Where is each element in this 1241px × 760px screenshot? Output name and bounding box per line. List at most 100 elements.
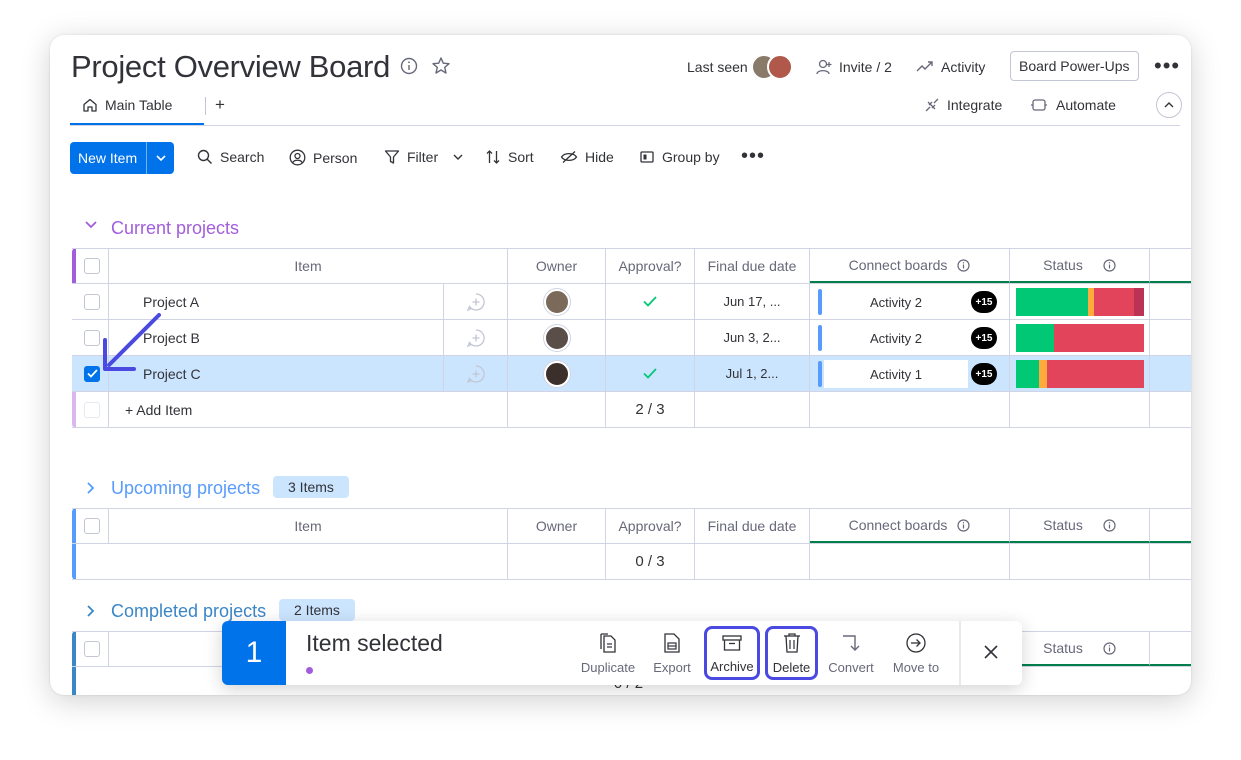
- column-header-status[interactable]: Status: [1010, 632, 1150, 666]
- export-button[interactable]: Export: [648, 621, 696, 685]
- due-date-cell[interactable]: Jun 17, ...: [695, 284, 810, 319]
- hide-button[interactable]: Hide: [560, 149, 614, 165]
- chevron-down-icon[interactable]: [84, 220, 98, 230]
- more-icon[interactable]: •••: [1154, 55, 1180, 77]
- add-tab-button[interactable]: +: [215, 95, 225, 115]
- person-filter-button[interactable]: Person: [289, 149, 357, 166]
- column-header-due-date[interactable]: Final due date: [695, 249, 810, 283]
- checkbox[interactable]: [84, 293, 100, 310]
- table-row[interactable]: Project C Jul 1, 2... Activity 1 +15: [72, 356, 1191, 392]
- sort-button[interactable]: Sort: [485, 149, 534, 165]
- chevron-down-icon[interactable]: [453, 154, 463, 161]
- invite-button[interactable]: Invite / 2: [839, 59, 892, 75]
- chevron-down-icon[interactable]: [147, 154, 174, 162]
- close-icon[interactable]: [982, 643, 1000, 661]
- avatar[interactable]: [543, 324, 570, 351]
- connected-count-badge[interactable]: +15: [971, 327, 997, 349]
- due-date-cell[interactable]: Jun 3, 2...: [695, 320, 810, 355]
- info-icon[interactable]: [957, 518, 971, 532]
- convert-button[interactable]: Convert: [826, 621, 876, 685]
- status-label: Status: [1043, 257, 1083, 273]
- group-by-button[interactable]: Group by: [639, 149, 720, 165]
- connected-count-badge[interactable]: +15: [971, 291, 997, 313]
- status-cell[interactable]: [1010, 356, 1150, 391]
- move-to-button[interactable]: Move to: [888, 621, 944, 685]
- status-cell[interactable]: [1010, 284, 1150, 319]
- connect-boards-cell[interactable]: Activity 2 +15: [810, 284, 1010, 319]
- checkbox[interactable]: [84, 518, 100, 534]
- column-header-item[interactable]: Item: [109, 509, 508, 543]
- integrate-button[interactable]: Integrate: [947, 97, 1002, 113]
- approval-cell[interactable]: [606, 356, 695, 391]
- due-date-cell[interactable]: Jul 1, 2...: [695, 356, 810, 391]
- group-title-current[interactable]: Current projects: [111, 218, 239, 239]
- select-all-cell[interactable]: [76, 249, 109, 283]
- board-color-bar: [818, 361, 822, 387]
- updates-cell[interactable]: [444, 320, 508, 355]
- info-icon[interactable]: [1103, 518, 1116, 532]
- column-header-status[interactable]: Status: [1010, 249, 1150, 283]
- automate-button[interactable]: Automate: [1056, 97, 1116, 113]
- updates-cell[interactable]: [444, 284, 508, 319]
- info-icon[interactable]: [1103, 641, 1116, 655]
- column-header-owner[interactable]: Owner: [508, 509, 606, 543]
- info-icon[interactable]: [1103, 258, 1116, 272]
- info-icon[interactable]: [400, 57, 418, 75]
- column-header-owner[interactable]: Owner: [508, 249, 606, 283]
- owner-cell[interactable]: [508, 320, 606, 355]
- add-update-icon[interactable]: [466, 364, 486, 384]
- connected-item[interactable]: Activity 1: [824, 360, 968, 388]
- activity-button[interactable]: Activity: [941, 59, 985, 75]
- connect-boards-cell[interactable]: Activity 1 +15: [810, 356, 1010, 391]
- owner-cell[interactable]: [508, 356, 606, 391]
- table-row[interactable]: Project A Jun 17, ... Activity 2 +15: [72, 284, 1191, 320]
- checkbox[interactable]: [84, 258, 100, 274]
- checkbox[interactable]: [84, 641, 100, 657]
- select-all-cell[interactable]: [76, 509, 109, 543]
- duplicate-button[interactable]: Duplicate: [578, 621, 638, 685]
- avatar[interactable]: [767, 54, 793, 80]
- connect-boards-cell[interactable]: Activity 2 +15: [810, 320, 1010, 355]
- status-segment: [1133, 288, 1144, 316]
- status-cell[interactable]: [1010, 320, 1150, 355]
- column-header-approval[interactable]: Approval?: [606, 249, 695, 283]
- avatar[interactable]: [543, 360, 570, 387]
- column-header-connect-boards[interactable]: Connect boards: [810, 249, 1010, 283]
- approval-cell[interactable]: [606, 284, 695, 319]
- filter-button[interactable]: Filter: [384, 149, 463, 165]
- chevron-right-icon[interactable]: [86, 481, 96, 495]
- board-title[interactable]: Project Overview Board: [71, 49, 390, 85]
- column-header-status[interactable]: Status: [1010, 509, 1150, 543]
- add-item-button[interactable]: + Add Item: [109, 392, 508, 427]
- tab-main-table[interactable]: Main Table: [105, 97, 172, 113]
- group-title-upcoming[interactable]: Upcoming projects: [111, 478, 260, 499]
- chevron-right-icon[interactable]: [86, 604, 96, 618]
- group-title-completed[interactable]: Completed projects: [111, 601, 266, 622]
- add-update-icon[interactable]: [466, 292, 486, 312]
- new-item-button[interactable]: New Item: [70, 142, 174, 174]
- toolbar-more-icon[interactable]: •••: [741, 146, 765, 166]
- checkbox: [84, 401, 100, 418]
- select-all-cell[interactable]: [76, 632, 109, 666]
- column-header-connect-boards[interactable]: Connect boards: [810, 509, 1010, 543]
- board-power-ups-button[interactable]: Board Power-Ups: [1010, 51, 1139, 81]
- column-header-item[interactable]: Item: [109, 249, 508, 283]
- connected-item[interactable]: Activity 2: [824, 288, 968, 316]
- avatar[interactable]: [543, 288, 570, 315]
- delete-button[interactable]: Delete: [765, 626, 818, 680]
- collapse-header-icon[interactable]: [1156, 92, 1182, 118]
- connected-item[interactable]: Activity 2: [824, 324, 968, 352]
- archive-button[interactable]: Archive: [704, 626, 760, 680]
- column-header-approval[interactable]: Approval?: [606, 509, 695, 543]
- search-button[interactable]: Search: [197, 149, 264, 165]
- connect-boards-label: Connect boards: [848, 517, 948, 533]
- add-update-icon[interactable]: [466, 328, 486, 348]
- column-header-due-date[interactable]: Final due date: [695, 509, 810, 543]
- updates-cell[interactable]: [444, 356, 508, 391]
- table-row[interactable]: Project B Jun 3, 2... Activity 2 +15: [72, 320, 1191, 356]
- connected-count-badge[interactable]: +15: [971, 363, 997, 385]
- owner-cell[interactable]: [508, 284, 606, 319]
- info-icon[interactable]: [957, 258, 971, 272]
- star-icon[interactable]: [431, 56, 451, 76]
- approval-cell[interactable]: [606, 320, 695, 355]
